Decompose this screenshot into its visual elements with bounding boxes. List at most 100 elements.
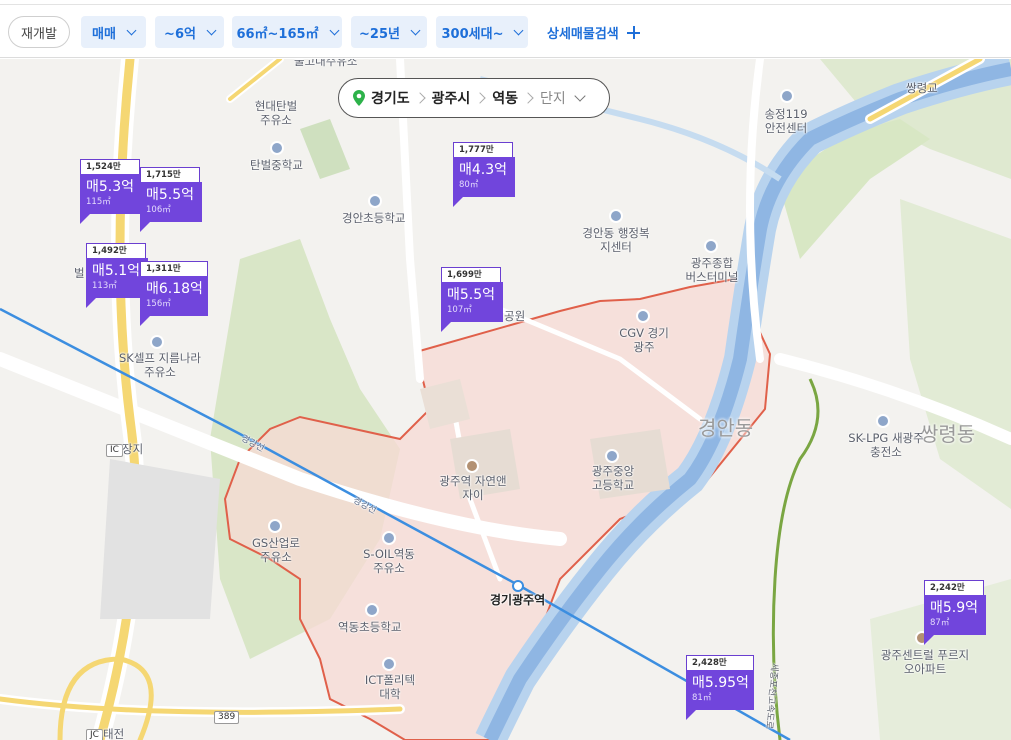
label-bus-terminal: 광주종합 버스터미널 xyxy=(685,256,739,284)
listing-marker[interactable]: 1,715만 매5.5억 106㎡ xyxy=(140,167,202,232)
label-cgv: CGV 경기광주 xyxy=(619,326,669,354)
label-sentrel-apartment: 광주센트럴 푸르지오아파트 xyxy=(880,648,970,676)
marker-price: 매5.95억 xyxy=(692,675,749,691)
listing-marker[interactable]: 1,492만 매5.1억 113㎡ xyxy=(86,243,148,308)
map-canvas[interactable]: 물고대주유소 쌍령교 송정119 안전센터 현대탄벌 주유소 탄벌중학교 경안초… xyxy=(0,59,1011,740)
label-park: 공원 xyxy=(504,309,526,323)
school-icon xyxy=(365,603,379,617)
age-filter[interactable]: ~25년 xyxy=(351,16,427,48)
chevron-down-icon xyxy=(206,25,217,35)
school-icon xyxy=(368,194,382,208)
marker-size: 113㎡ xyxy=(92,281,117,291)
marker-size: 81㎡ xyxy=(692,693,712,703)
label-ssangryeong-dong: 쌍령동 xyxy=(920,422,976,446)
label-jc-taejeon: 태전 xyxy=(103,727,125,740)
price-filter[interactable]: ~6억 xyxy=(155,16,224,48)
marker-price: 매5.1억 xyxy=(92,263,141,279)
top-divider xyxy=(0,0,1011,5)
price-filter-label: ~6억 xyxy=(164,26,196,42)
chevron-right-icon xyxy=(413,92,426,104)
marker-price: 매4.3억 xyxy=(459,162,508,178)
gas-station-icon xyxy=(876,414,890,428)
marker-size: 115㎡ xyxy=(86,197,111,207)
label-ssangryeonggyo: 쌍령교 xyxy=(906,81,938,95)
marker-pointer xyxy=(80,214,90,224)
label-ict-college: ICT폴리텍 대학 xyxy=(364,673,416,701)
breadcrumb-complex-selector[interactable]: 단지 xyxy=(540,88,566,108)
marker-unit-price: 1,715만 xyxy=(140,167,200,182)
fire-station-icon xyxy=(780,89,794,103)
gas-station-icon xyxy=(382,531,396,545)
age-filter-label: ~25년 xyxy=(359,26,400,42)
route-389-tag: 389 xyxy=(214,711,240,724)
bus-terminal-icon xyxy=(704,239,718,253)
marker-size: 80㎡ xyxy=(459,180,479,190)
marker-unit-price: 1,777만 xyxy=(453,142,513,157)
filter-bar: 재개발 매매 ~6억 66㎡~165㎡ ~25년 300세대~ 상세매물검색 xyxy=(0,6,1011,58)
detail-search-button[interactable]: 상세매물검색 xyxy=(547,16,640,48)
university-icon xyxy=(382,657,396,671)
marker-pointer xyxy=(924,635,934,645)
gas-station-icon xyxy=(268,519,282,533)
label-tanbeol-school: 탄벌중학교 xyxy=(250,158,303,172)
marker-unit-price: 2,428만 xyxy=(686,655,754,670)
trade-type-label: 매매 xyxy=(92,26,116,42)
label-hyundai-gas: 현대탄벌 주유소 xyxy=(254,99,298,127)
marker-price: 매5.5억 xyxy=(447,287,496,303)
label-gyeongan-center: 경안동 행정복지센터 xyxy=(582,226,650,254)
trade-type-filter[interactable]: 매매 xyxy=(81,16,146,48)
apartment-icon xyxy=(465,459,479,473)
label-soil-gas: S-OIL역동 주유소 xyxy=(363,547,415,575)
chevron-right-icon xyxy=(522,92,534,104)
label-yeokdong-school: 역동초등학교 xyxy=(338,620,402,634)
chevron-down-icon xyxy=(574,89,586,102)
marker-price: 매5.9억 xyxy=(930,600,979,616)
chevron-right-icon xyxy=(474,92,486,104)
listing-marker[interactable]: 1,699만 매5.5억 107㎡ xyxy=(441,267,503,332)
label-gyeongan-dong: 경안동 xyxy=(698,416,754,440)
marker-unit-price: 1,492만 xyxy=(86,243,146,258)
label-partial-apartment: 벌 xyxy=(74,266,85,280)
breadcrumb-province[interactable]: 경기도 xyxy=(371,88,410,108)
location-pin-icon xyxy=(353,90,365,106)
marker-unit-price: 2,242만 xyxy=(924,580,984,595)
cinema-icon xyxy=(636,309,650,323)
gas-station-icon xyxy=(150,335,164,349)
label-station-apartment: 광주역 자연앤자이 xyxy=(439,474,507,502)
marker-size: 87㎡ xyxy=(930,618,950,628)
marker-unit-price: 1,311만 xyxy=(140,261,208,276)
chevron-down-icon xyxy=(126,25,137,35)
marker-price: 매5.3억 xyxy=(86,179,135,195)
label-gs-gas: GS산업로 주유소 xyxy=(252,536,300,564)
area-filter[interactable]: 66㎡~165㎡ xyxy=(232,16,342,48)
marker-pointer xyxy=(140,316,150,326)
household-filter[interactable]: 300세대~ xyxy=(436,16,528,48)
location-breadcrumb: 경기도 광주시 역동 단지 xyxy=(338,78,610,118)
marker-pointer xyxy=(441,322,451,332)
marker-price: 매6.18억 xyxy=(146,281,203,297)
jc-tag: JC xyxy=(86,729,103,740)
chevron-down-icon xyxy=(410,25,421,35)
chevron-down-icon xyxy=(514,25,524,35)
area-filter-label: 66㎡~165㎡ xyxy=(236,26,319,42)
listing-marker[interactable]: 1,524만 매5.3억 115㎡ xyxy=(80,159,142,224)
detail-search-label: 상세매물검색 xyxy=(547,26,619,42)
marker-size: 107㎡ xyxy=(447,305,472,315)
listing-marker[interactable]: 1,777만 매4.3억 80㎡ xyxy=(453,142,515,207)
redevelopment-filter-button[interactable]: 재개발 xyxy=(8,16,70,48)
school-icon xyxy=(605,449,619,463)
breadcrumb-dong[interactable]: 역동 xyxy=(492,88,518,108)
listing-marker[interactable]: 1,311만 매6.18억 156㎡ xyxy=(140,261,208,326)
listing-marker[interactable]: 2,242만 매5.9억 87㎡ xyxy=(924,580,986,645)
marker-pointer xyxy=(453,197,463,207)
breadcrumb-city[interactable]: 광주시 xyxy=(432,88,471,108)
listing-marker[interactable]: 2,428만 매5.95억 81㎡ xyxy=(686,655,754,720)
marker-price: 매5.5억 xyxy=(146,187,195,203)
marker-pointer xyxy=(86,298,96,308)
marker-pointer xyxy=(686,710,696,720)
school-icon xyxy=(270,141,284,155)
plus-icon xyxy=(626,25,640,39)
label-station119: 송정119 안전센터 xyxy=(764,107,808,135)
marker-unit-price: 1,524만 xyxy=(80,159,140,174)
label-station: 경기광주역 xyxy=(490,593,546,607)
